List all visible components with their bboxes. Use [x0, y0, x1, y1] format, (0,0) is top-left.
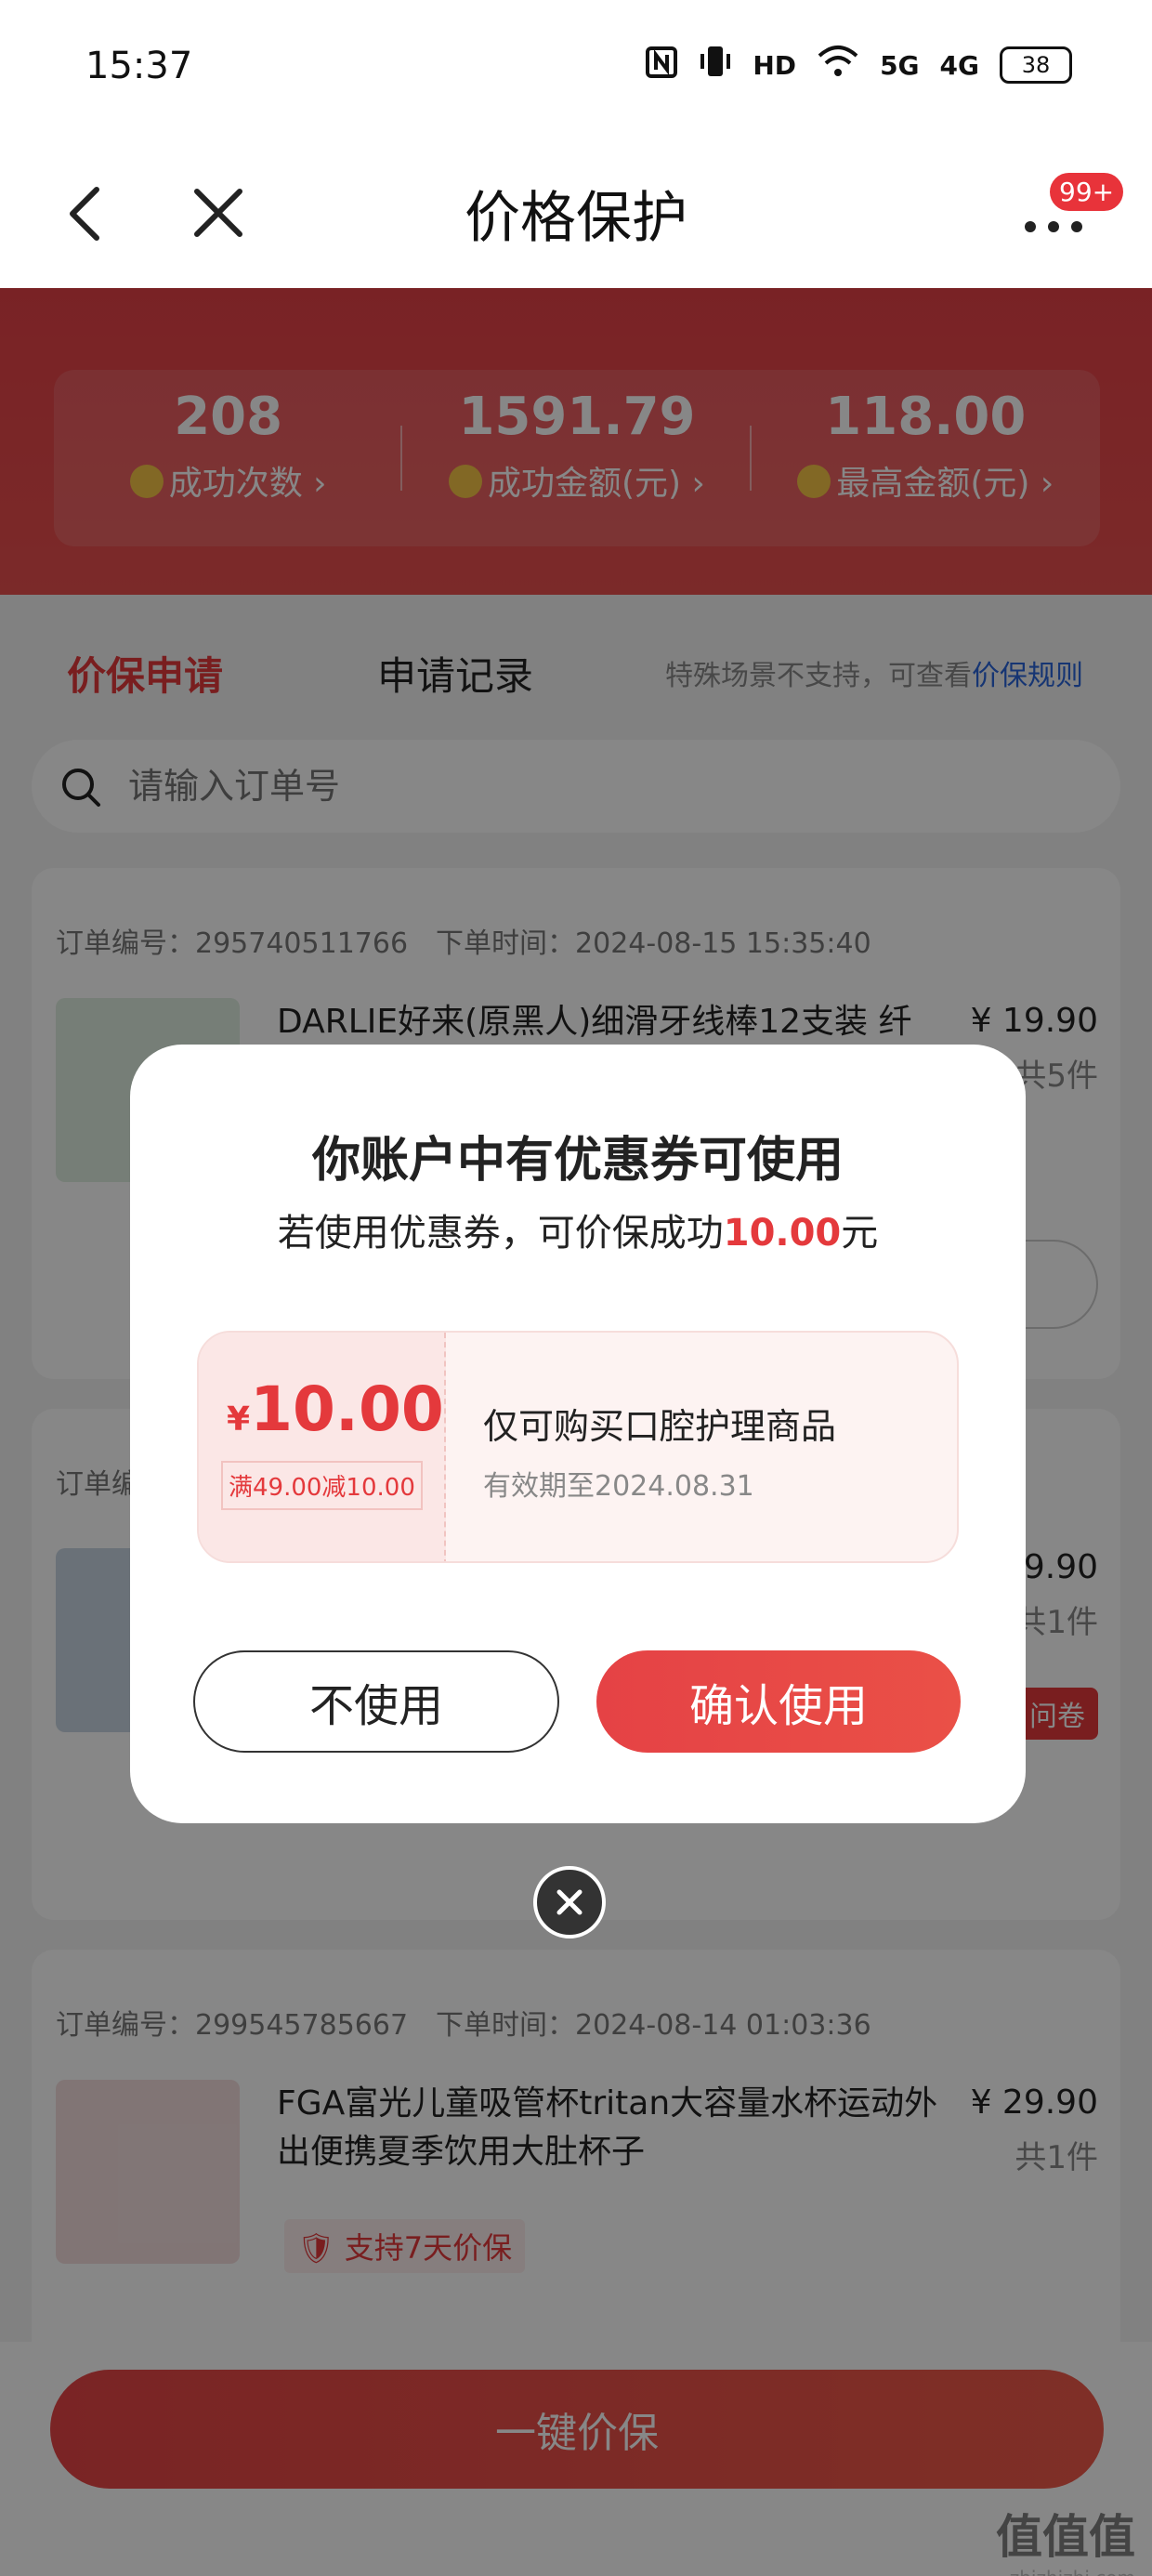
modal-close-button[interactable] [533, 1866, 606, 1939]
coupon-divider [444, 1333, 446, 1561]
coupon-description: 仅可购买口腔护理商品 [483, 1406, 837, 1447]
coupon-modal: 你账户中有优惠券可使用 若使用优惠券，可价保成功10.00元 ¥10.00 满4… [130, 1045, 1026, 1823]
signal-4g-icon: 4G [939, 49, 979, 81]
watermark-logo: 值值值 [996, 2510, 1135, 2564]
highlight-amount: 10.00 [723, 1212, 842, 1255]
more-button[interactable]: 99+ [1011, 173, 1124, 256]
status-icons: HD 5G 4G 38 [645, 43, 1072, 87]
signal-5g-icon: 5G [880, 49, 920, 81]
modal-subtitle: 若使用优惠券，可价保成功10.00元 [277, 1212, 879, 1255]
close-icon [556, 1889, 583, 1915]
battery-level: 38 [1021, 52, 1051, 78]
confirm-use-button[interactable]: 确认使用 [596, 1650, 961, 1753]
watermark: 值值值 zhizhizhi.com [996, 2500, 1135, 2576]
decline-button[interactable]: 不使用 [193, 1650, 559, 1753]
hd-icon: HD [753, 49, 797, 81]
coupon-condition: 满49.00减10.00 [221, 1461, 423, 1510]
coupon-card: ¥10.00 满49.00减10.00 仅可购买口腔护理商品 有效期至2024.… [197, 1331, 959, 1563]
page-title: 价格保护 [465, 186, 687, 251]
nav-bar: 价格保护 99+ [0, 139, 1152, 288]
vibrate-icon [699, 43, 732, 87]
battery-icon: 38 [1000, 46, 1072, 84]
status-time: 15:37 [85, 45, 193, 87]
coupon-amount: ¥10.00 [227, 1373, 444, 1445]
watermark-url: zhizhizhi.com [996, 2567, 1135, 2576]
notification-badge: 99+ [1050, 173, 1124, 211]
status-bar: 15:37 HD 5G 4G 38 [0, 0, 1152, 139]
coupon-expiry: 有效期至2024.08.31 [483, 1470, 754, 1503]
nfc-icon [645, 46, 678, 85]
wifi-icon [817, 45, 859, 85]
modal-title: 你账户中有优惠券可使用 [311, 1133, 844, 1189]
coupon-value-section [199, 1333, 446, 1561]
